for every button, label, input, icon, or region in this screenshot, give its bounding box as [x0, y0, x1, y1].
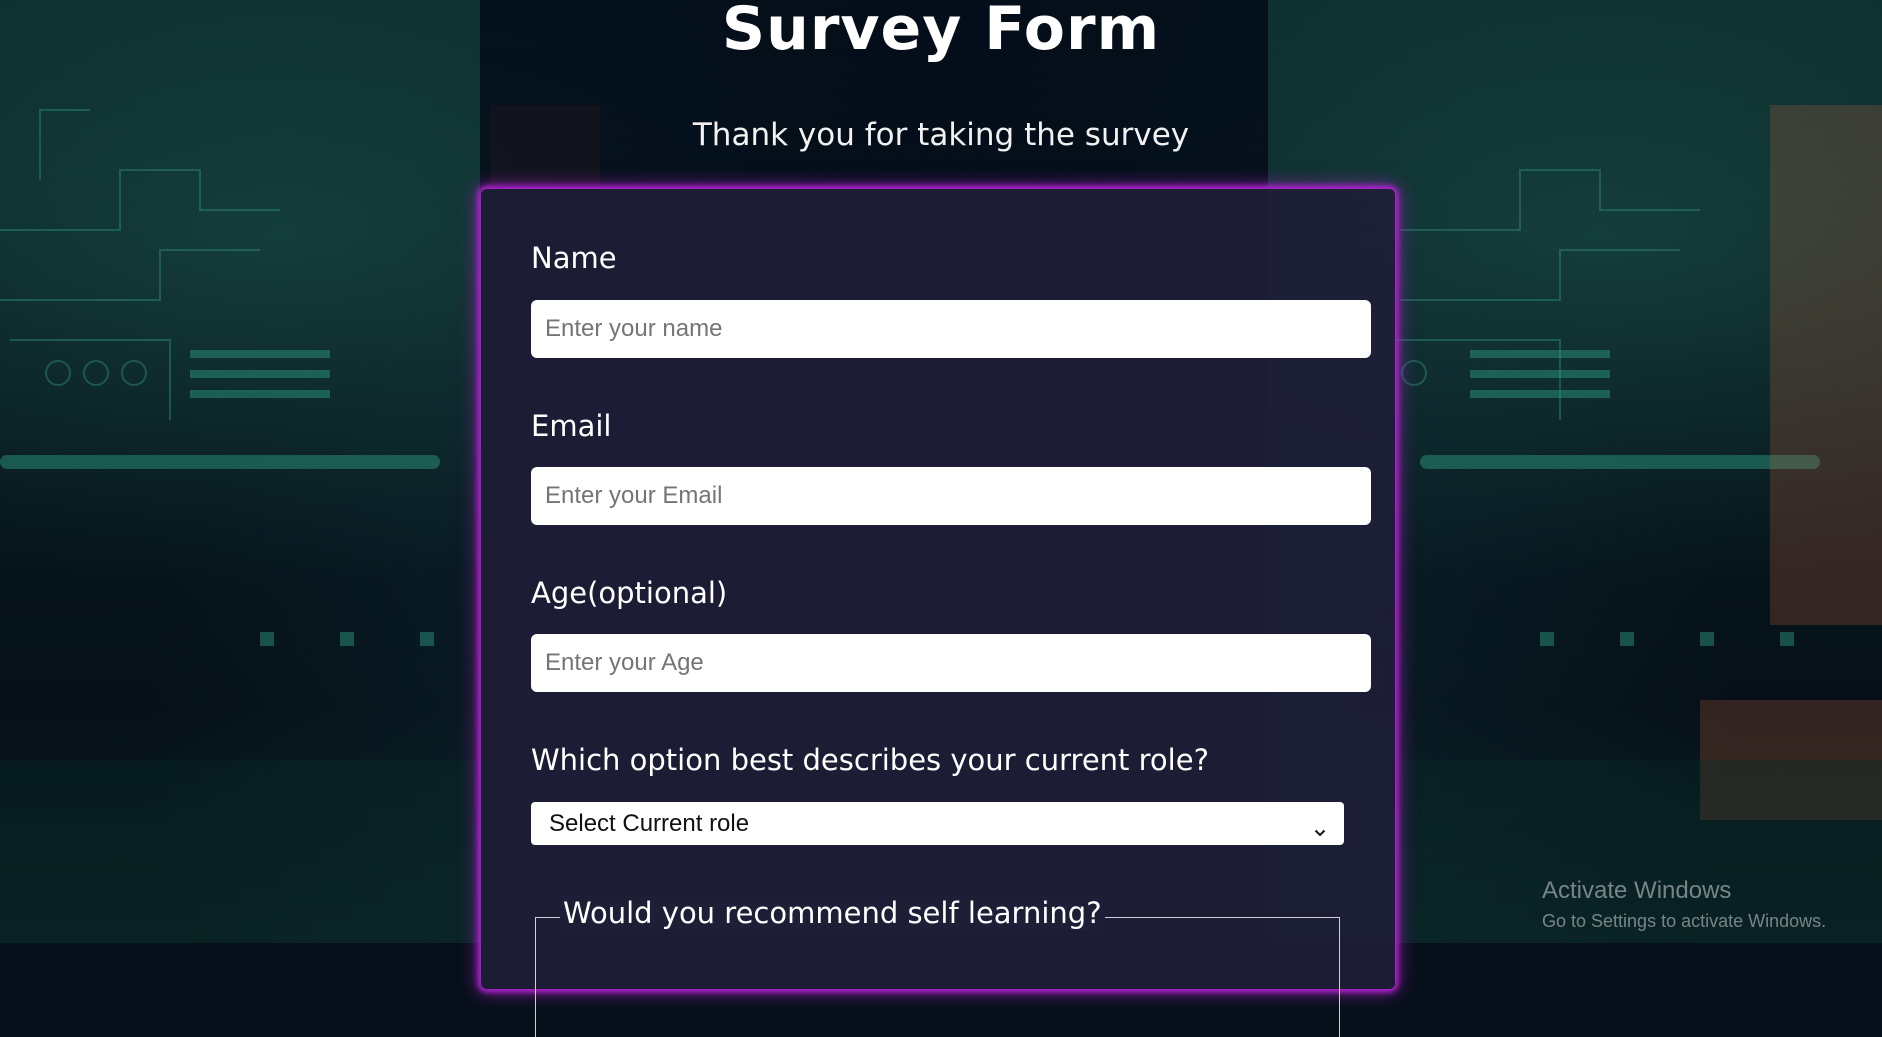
age-input[interactable] — [531, 634, 1371, 692]
watermark-subtitle: Go to Settings to activate Windows. — [1542, 911, 1827, 931]
page-title: Survey Form — [721, 0, 1161, 64]
name-input[interactable] — [531, 300, 1371, 358]
role-label: Which option best describes your current… — [531, 743, 1209, 777]
activate-windows-watermark: Activate Windows Go to Settings to activ… — [1542, 877, 1826, 932]
recommend-legend: Would you recommend self learning? — [560, 896, 1105, 930]
role-select[interactable]: Select Current role — [531, 802, 1344, 845]
survey-form: Name Email Age(optional) Which option be… — [481, 189, 1395, 1037]
page-description: Thank you for taking the survey — [692, 117, 1190, 153]
age-label: Age(optional) — [531, 576, 728, 610]
watermark-title: Activate Windows — [1542, 877, 1732, 904]
chevron-down-icon — [1314, 818, 1326, 836]
recommend-fieldset: Would you recommend self learning? — [535, 896, 1340, 1037]
email-label: Email — [531, 409, 612, 443]
role-select-value: Select Current role — [549, 809, 750, 837]
email-input[interactable] — [531, 467, 1371, 525]
name-label: Name — [531, 241, 617, 275]
